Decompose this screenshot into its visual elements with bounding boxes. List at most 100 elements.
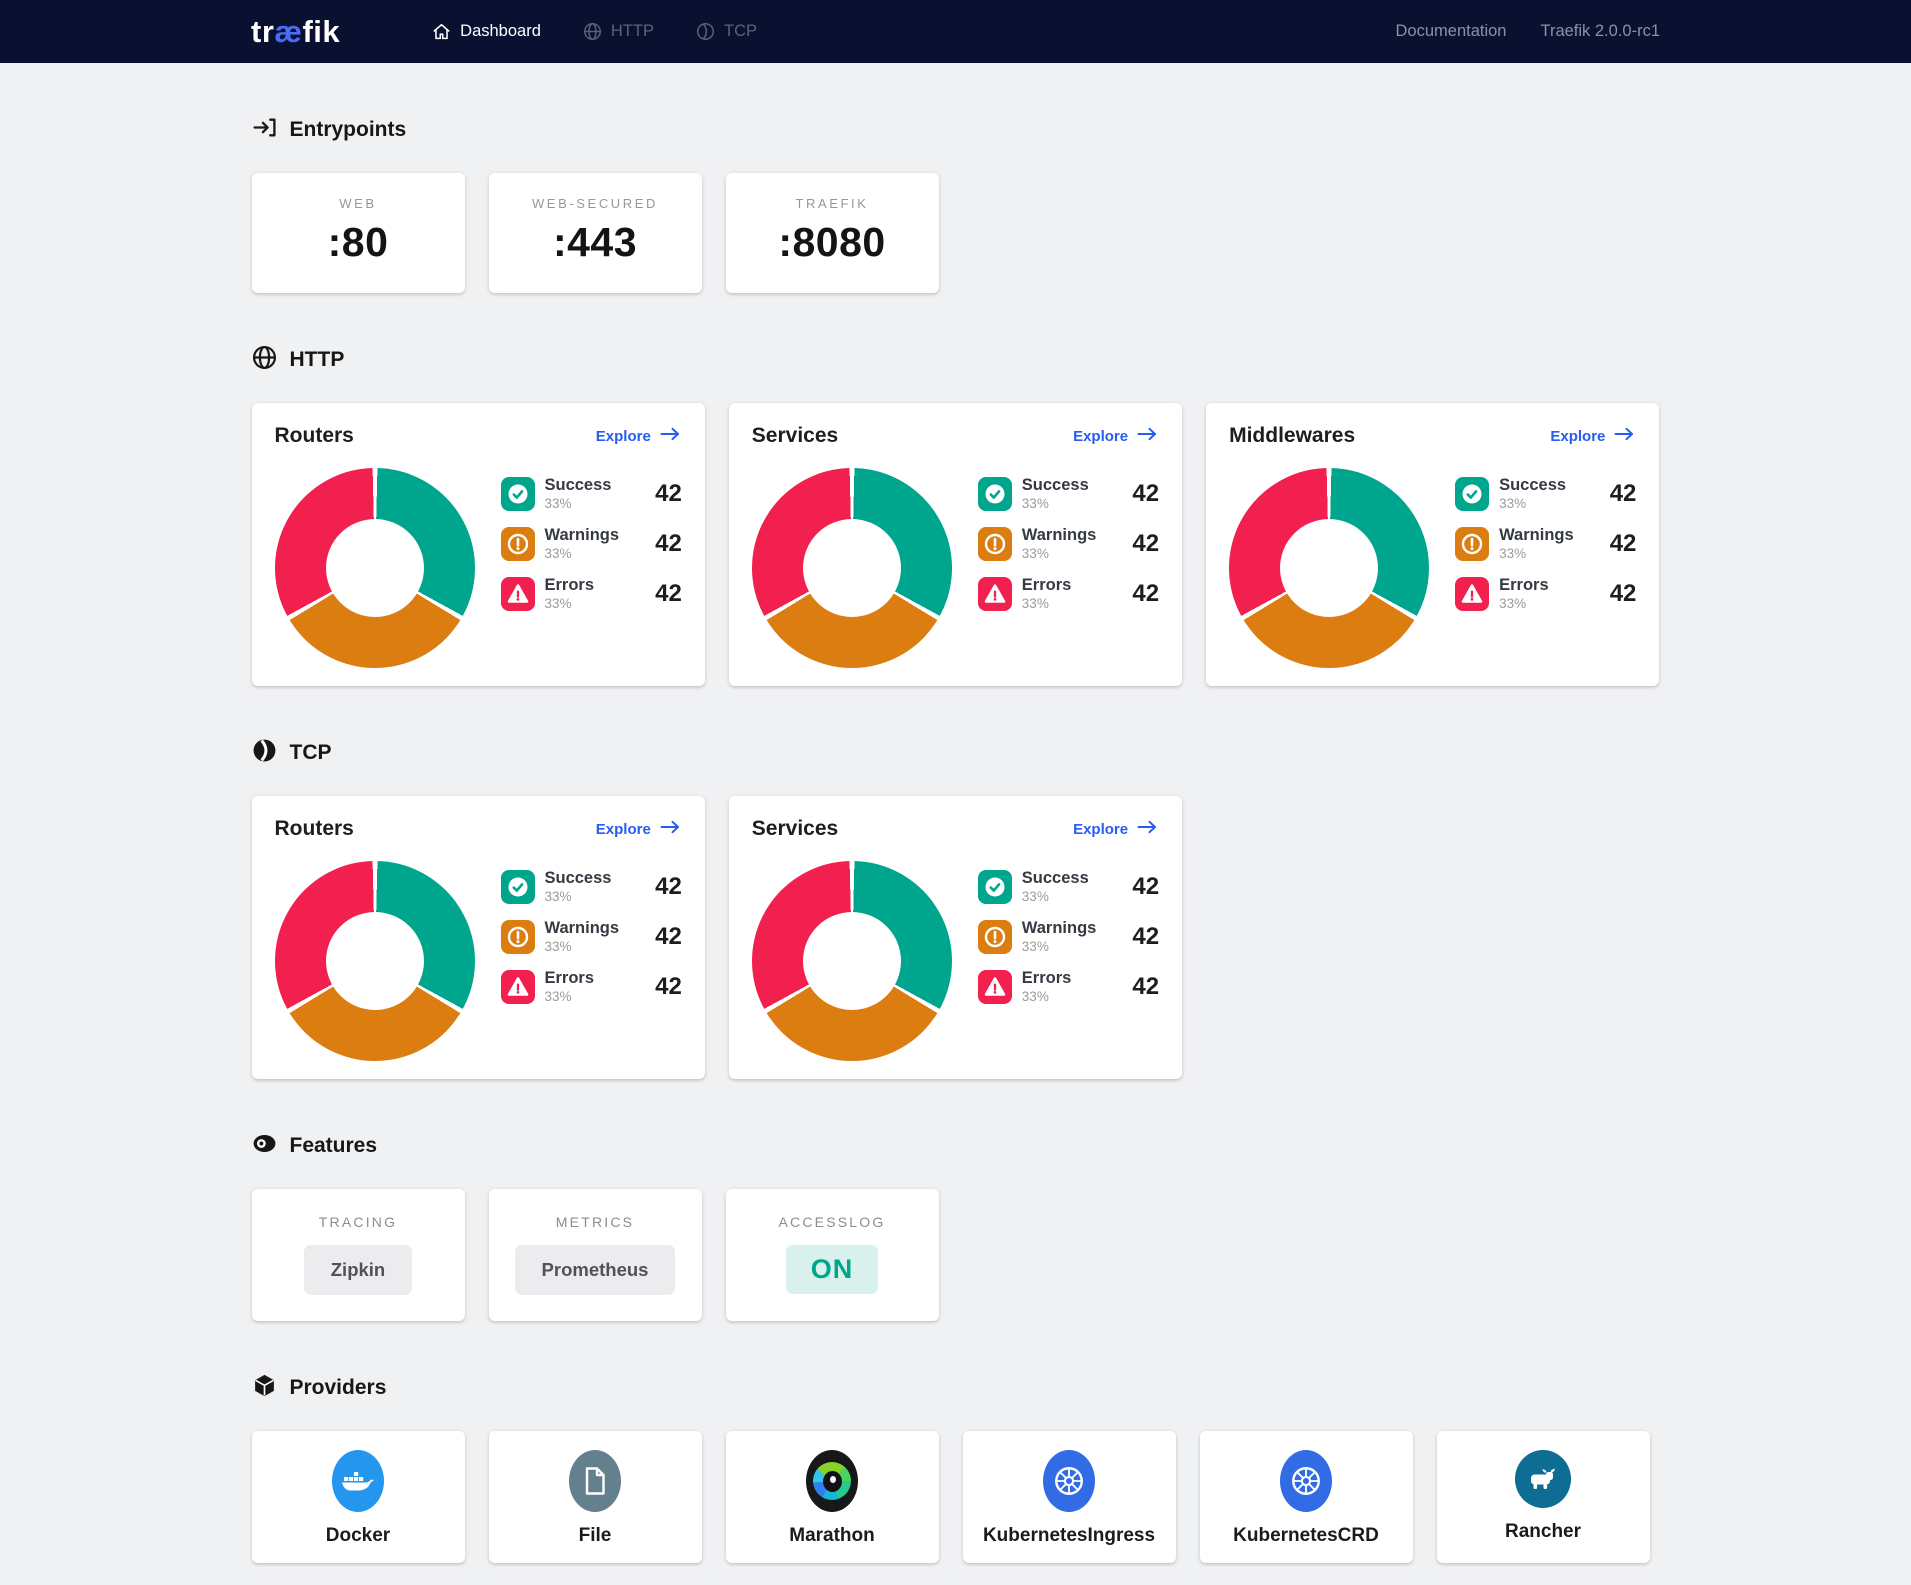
entrypoint-port: :8080 bbox=[726, 219, 939, 266]
http-routers-card: Routers Explore Success33% 42 bbox=[252, 403, 705, 686]
docker-icon bbox=[332, 1450, 384, 1512]
legend-value: 42 bbox=[1132, 873, 1159, 901]
legend-label: Success bbox=[1022, 869, 1089, 887]
legend-label: Errors bbox=[1499, 576, 1549, 594]
legend-value: 42 bbox=[655, 580, 682, 608]
http-cards-row: Routers Explore Success33% 42 bbox=[252, 403, 1660, 686]
success-check-icon bbox=[501, 870, 535, 904]
feature-card-accesslog: ACCESSLOG ON bbox=[726, 1189, 939, 1321]
tcp-icon bbox=[252, 738, 277, 768]
http-middlewares-card: Middlewares Explore Success33% 42 bbox=[1206, 403, 1659, 686]
legend-row-errors: Errors33% 42 bbox=[501, 970, 682, 1004]
explore-label: Explore bbox=[596, 428, 651, 445]
error-triangle-icon bbox=[1455, 577, 1489, 611]
legend-pct: 33% bbox=[1022, 596, 1049, 611]
tcp-routers-card: Routers Explore Success33% 42 bbox=[252, 796, 705, 1079]
nav-item-tcp[interactable]: TCP bbox=[696, 22, 757, 41]
http-section: HTTP Routers Explore Succes bbox=[252, 345, 1660, 686]
explore-label: Explore bbox=[1073, 821, 1128, 838]
donut-legend: Success33% 42 Warnings33% 42 Errors 33% 4… bbox=[1455, 466, 1636, 668]
section-title-http: HTTP bbox=[290, 348, 345, 372]
status-donut-chart bbox=[1229, 468, 1429, 668]
provider-name: File bbox=[489, 1525, 702, 1547]
donut-legend: Success33% 42 Warnings33% 42 Errors33% 4… bbox=[978, 466, 1159, 668]
tcp-icon bbox=[696, 22, 715, 41]
provider-card-file: File bbox=[489, 1431, 702, 1563]
feature-name: METRICS bbox=[489, 1214, 702, 1230]
tcp-services-card: Services Explore Success 33% 42 bbox=[729, 796, 1182, 1079]
success-check-icon bbox=[1455, 477, 1489, 511]
success-check-icon bbox=[501, 477, 535, 511]
nav-item-http[interactable]: HTTP bbox=[583, 22, 654, 41]
legend-value: 42 bbox=[655, 530, 682, 558]
legend-pct: 33% bbox=[1022, 889, 1049, 904]
arrow-right-icon bbox=[660, 820, 682, 838]
version-label: Traefik 2.0.0-rc1 bbox=[1540, 22, 1660, 41]
error-triangle-icon bbox=[978, 577, 1012, 611]
explore-tcp-routers-link[interactable]: Explore bbox=[596, 820, 682, 838]
rancher-bull-icon bbox=[1515, 1450, 1571, 1508]
legend-pct: 33% bbox=[545, 496, 572, 511]
legend-row-errors: Errors33% 42 bbox=[501, 577, 682, 611]
legend-pct: 33% bbox=[545, 939, 572, 954]
status-donut-chart bbox=[752, 861, 952, 1061]
tcp-cards-row: Routers Explore Success33% 42 bbox=[252, 796, 1660, 1079]
providers-section: Providers Docker File Marathon bbox=[252, 1373, 1660, 1563]
section-title-tcp: TCP bbox=[290, 741, 332, 765]
legend-pct: 33% bbox=[1022, 939, 1049, 954]
provider-name: KubernetesCRD bbox=[1200, 1525, 1413, 1547]
legend-label: Success bbox=[545, 476, 612, 494]
legend-value: 42 bbox=[1132, 480, 1159, 508]
globe-icon bbox=[252, 345, 277, 375]
arrow-right-icon bbox=[1614, 427, 1636, 445]
legend-row-warnings: Warnings33% 42 bbox=[1455, 527, 1636, 561]
legend-label: Errors bbox=[1022, 969, 1072, 987]
explore-http-routers-link[interactable]: Explore bbox=[596, 427, 682, 445]
legend-value: 42 bbox=[1132, 580, 1159, 608]
legend-pct: 33% bbox=[1022, 546, 1049, 561]
provider-card-docker: Docker bbox=[252, 1431, 465, 1563]
traefik-logo[interactable]: træfik bbox=[251, 14, 340, 50]
provider-name: Marathon bbox=[726, 1525, 939, 1547]
features-section: Features TRACING Zipkin METRICS Promethe… bbox=[252, 1131, 1660, 1321]
legend-row-warnings: Warnings33% 42 bbox=[501, 527, 682, 561]
nav-item-dashboard[interactable]: Dashboard bbox=[432, 22, 541, 41]
legend-row-success: Success 33% 42 bbox=[978, 870, 1159, 904]
card-title: Services bbox=[752, 817, 838, 841]
nav-item-label: TCP bbox=[724, 22, 757, 41]
card-title: Services bbox=[752, 424, 838, 448]
feature-name: TRACING bbox=[252, 1214, 465, 1230]
explore-label: Explore bbox=[1073, 428, 1128, 445]
warning-exclamation-icon bbox=[978, 527, 1012, 561]
warning-exclamation-icon bbox=[501, 920, 535, 954]
explore-label: Explore bbox=[596, 821, 651, 838]
legend-value: 42 bbox=[655, 973, 682, 1001]
entrypoint-port: :80 bbox=[252, 219, 465, 266]
legend-row-success: Success33% 42 bbox=[501, 870, 682, 904]
success-check-icon bbox=[978, 477, 1012, 511]
feature-name: ACCESSLOG bbox=[726, 1214, 939, 1230]
legend-value: 42 bbox=[655, 480, 682, 508]
legend-row-success: Success33% 42 bbox=[1455, 477, 1636, 511]
error-triangle-icon bbox=[501, 577, 535, 611]
entrypoint-name: WEB-SECURED bbox=[489, 196, 702, 211]
legend-value: 42 bbox=[655, 873, 682, 901]
donut-legend: Success33% 42 Warnings33% 42 Errors33% 4… bbox=[978, 859, 1159, 1061]
legend-row-warnings: Warnings33% 42 bbox=[501, 920, 682, 954]
success-check-icon bbox=[978, 870, 1012, 904]
legend-pct: 33% bbox=[545, 546, 572, 561]
package-box-icon bbox=[252, 1373, 277, 1403]
legend-row-errors: Errors33% 42 bbox=[978, 970, 1159, 1004]
explore-tcp-services-link[interactable]: Explore bbox=[1073, 820, 1159, 838]
legend-pct: 33% bbox=[1499, 596, 1526, 611]
legend-value: 42 bbox=[1610, 580, 1637, 608]
kubernetes-wheel-icon bbox=[1043, 1450, 1095, 1512]
documentation-link[interactable]: Documentation bbox=[1396, 22, 1507, 41]
legend-pct: 33% bbox=[1499, 546, 1526, 561]
nav-item-label: HTTP bbox=[611, 22, 654, 41]
explore-http-services-link[interactable]: Explore bbox=[1073, 427, 1159, 445]
entrypoint-name: TRAEFIK bbox=[726, 196, 939, 211]
explore-http-middlewares-link[interactable]: Explore bbox=[1550, 427, 1636, 445]
legend-row-warnings: Warnings33% 42 bbox=[978, 527, 1159, 561]
arrow-right-icon bbox=[1137, 427, 1159, 445]
